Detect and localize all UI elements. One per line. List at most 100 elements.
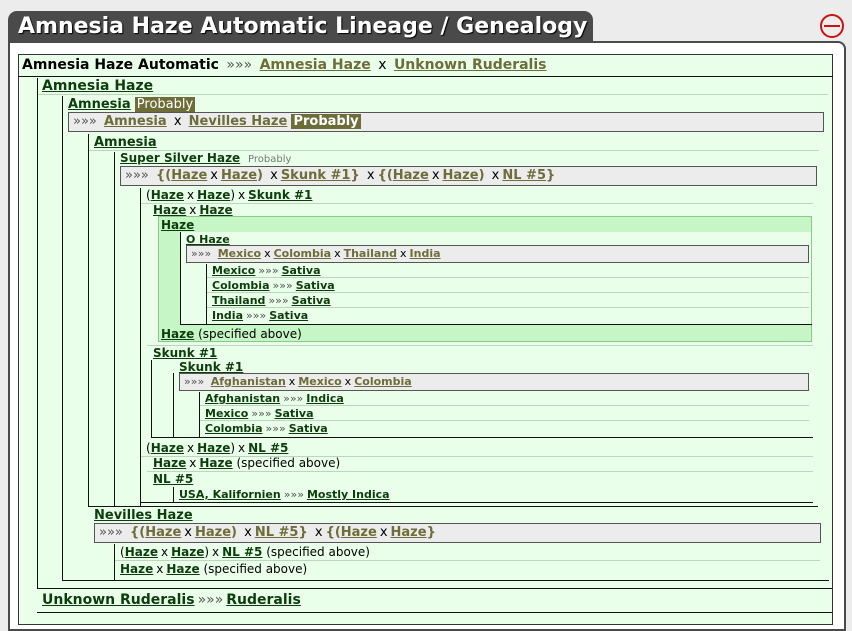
hh-haze-1[interactable]: Haze <box>153 203 186 217</box>
arrow-glyph: »»» <box>283 392 304 405</box>
hhs-haze-1[interactable]: Haze <box>151 188 184 202</box>
ohaze-parent-thailand[interactable]: Thailand <box>344 247 397 260</box>
tree-line <box>206 264 207 324</box>
hh-haze-2[interactable]: Haze <box>199 203 232 217</box>
landrace-name-link[interactable]: Thailand <box>212 294 265 307</box>
landrace-name-link[interactable]: Mexico <box>212 264 255 277</box>
hhn-haze-2[interactable]: Haze <box>197 441 230 455</box>
tree-line <box>62 96 63 580</box>
root-parent1-link[interactable]: Amnesia Haze <box>260 57 371 73</box>
hhn-ref-haze-1[interactable]: Haze <box>125 545 158 559</box>
skunk-parents-strip: »»» Afghanistan x Mexico x Colombia <box>179 373 809 391</box>
cross-symbol: x <box>491 168 500 183</box>
nl5-origin-link[interactable]: USA, Kalifornien <box>179 488 281 501</box>
haze-ref-link[interactable]: Haze <box>161 327 194 341</box>
skunk-link[interactable]: Skunk #1 <box>179 360 243 374</box>
haze-link[interactable]: Haze <box>161 218 194 232</box>
cross-symbol: x <box>431 168 440 183</box>
nevilles-parent-nl5[interactable]: NL #5 <box>255 525 299 540</box>
nevilles-parent-haze-4[interactable]: Haze <box>391 525 427 540</box>
landrace-type-link[interactable]: Indica <box>306 392 344 405</box>
landrace-type-link[interactable]: Sativa <box>269 309 308 322</box>
arrow-glyph: »»» <box>272 279 293 292</box>
nl5-link[interactable]: NL #5 <box>153 472 193 486</box>
landrace-name-link[interactable]: Mexico <box>205 407 248 420</box>
ssh-parent-haze-2[interactable]: Haze <box>221 168 257 183</box>
nevilles-link[interactable]: Nevilles Haze <box>94 508 193 523</box>
super-silver-parents-strip: »»» {(Haze x Haze) x Skunk #1} x {(Haze x Haze… <box>120 166 817 186</box>
landrace-type-link[interactable]: Sativa <box>275 407 314 420</box>
landrace-name-link[interactable]: Colombia <box>205 422 263 435</box>
arrow-glyph: »»» <box>184 375 205 388</box>
landrace-type-link[interactable]: Sativa <box>282 264 321 277</box>
landrace-type-link[interactable]: Sativa <box>296 279 335 292</box>
ssh-parent-skunk[interactable]: Skunk #1 <box>281 168 351 183</box>
arrow-glyph: »»» <box>191 247 212 260</box>
nevilles-parent-haze-3[interactable]: Haze <box>341 525 377 540</box>
hh-ref2-haze-2[interactable]: Haze <box>166 562 199 576</box>
hhn-haze-1[interactable]: Haze <box>151 441 184 455</box>
tree-line <box>114 544 115 580</box>
landrace-name-link[interactable]: India <box>212 309 243 322</box>
skunk-outer-link[interactable]: Skunk #1 <box>153 346 217 360</box>
amnesia-parent1-link[interactable]: Amnesia <box>104 114 167 129</box>
cross-symbol: x <box>238 188 246 202</box>
ohaze-parent-colombia[interactable]: Colombia <box>274 247 332 260</box>
cross-symbol: x <box>400 247 407 260</box>
hhs-skunk[interactable]: Skunk #1 <box>248 188 312 202</box>
nl5-type-link[interactable]: Mostly Indica <box>307 488 390 501</box>
arrow-glyph: »»» <box>251 407 272 420</box>
divider <box>140 502 813 503</box>
root-parent2-link[interactable]: Unknown Ruderalis <box>394 57 547 73</box>
tree-line <box>173 487 174 502</box>
amnesia-parents-strip: »»» Amnesia x Nevilles Haze Probably <box>68 112 824 132</box>
landrace-row: India»»» Sativa <box>212 307 308 324</box>
unknown-ruderalis-link[interactable]: Unknown Ruderalis <box>42 592 195 608</box>
amnesia-parent2-link[interactable]: Nevilles Haze <box>189 114 288 129</box>
arrow-glyph: »»» <box>125 168 149 183</box>
landrace-type-link[interactable]: Sativa <box>292 294 331 307</box>
super-silver-link[interactable]: Super Silver Haze <box>120 151 240 165</box>
landrace-type-link[interactable]: Sativa <box>289 422 328 435</box>
amnesia-link[interactable]: Amnesia <box>68 97 131 112</box>
landrace-name-link[interactable]: Afghanistan <box>205 392 280 405</box>
ssh-parent-haze-1[interactable]: Haze <box>171 168 207 183</box>
tree-line <box>37 78 38 588</box>
skunk-parent-mexico[interactable]: Mexico <box>298 375 341 388</box>
paren-close: ) <box>231 525 237 540</box>
hh-ref-haze-1[interactable]: Haze <box>153 456 186 470</box>
tree-line <box>199 392 200 437</box>
hhn-nl5[interactable]: NL #5 <box>248 441 288 455</box>
ssh-parent-nl5[interactable]: NL #5 <box>502 168 546 183</box>
cross-symbol: x <box>334 247 341 260</box>
minus-circle-icon[interactable] <box>820 14 844 38</box>
skunk-parent-afghanistan[interactable]: Afghanistan <box>211 375 286 388</box>
hh-ref2-haze-1[interactable]: Haze <box>120 562 153 576</box>
ruderalis-type-link[interactable]: Ruderalis <box>226 592 301 608</box>
divider <box>38 94 828 95</box>
nl5-origin-row: USA, Kalifornien»»» Mostly Indica <box>179 486 390 503</box>
ohaze-parent-india[interactable]: India <box>410 247 441 260</box>
ssh-parent-haze-3[interactable]: Haze <box>393 168 429 183</box>
ssh-parent-haze-4[interactable]: Haze <box>443 168 479 183</box>
arrow-glyph: »»» <box>265 422 286 435</box>
hhn-ref-haze-2[interactable]: Haze <box>171 545 204 559</box>
arrow-glyph: »»» <box>197 592 224 608</box>
cross-symbol: x <box>173 114 182 129</box>
hhs-haze-2[interactable]: Haze <box>197 188 230 202</box>
skunk-parent-colombia[interactable]: Colombia <box>354 375 412 388</box>
nevilles-parent-haze-1[interactable]: Haze <box>145 525 181 540</box>
nevilles-parent-haze-2[interactable]: Haze <box>195 525 231 540</box>
hhn-ref-nl5[interactable]: NL #5 <box>222 545 262 559</box>
landrace-name-link[interactable]: Colombia <box>212 279 270 292</box>
brace-open: {( <box>156 168 172 183</box>
haze-haze-ref-row: Haze x Haze (specified above) <box>153 455 340 472</box>
paren-close: ) <box>204 545 210 559</box>
cross-symbol: x <box>189 456 197 470</box>
hh-ref-haze-2[interactable]: Haze <box>199 456 232 470</box>
amnesia-haze-link[interactable]: Amnesia Haze <box>42 78 153 94</box>
arrow-glyph: »»» <box>258 264 279 277</box>
ohaze-parent-mexico[interactable]: Mexico <box>218 247 261 260</box>
divider <box>141 203 813 204</box>
amnesia-inner-link[interactable]: Amnesia <box>94 135 157 150</box>
